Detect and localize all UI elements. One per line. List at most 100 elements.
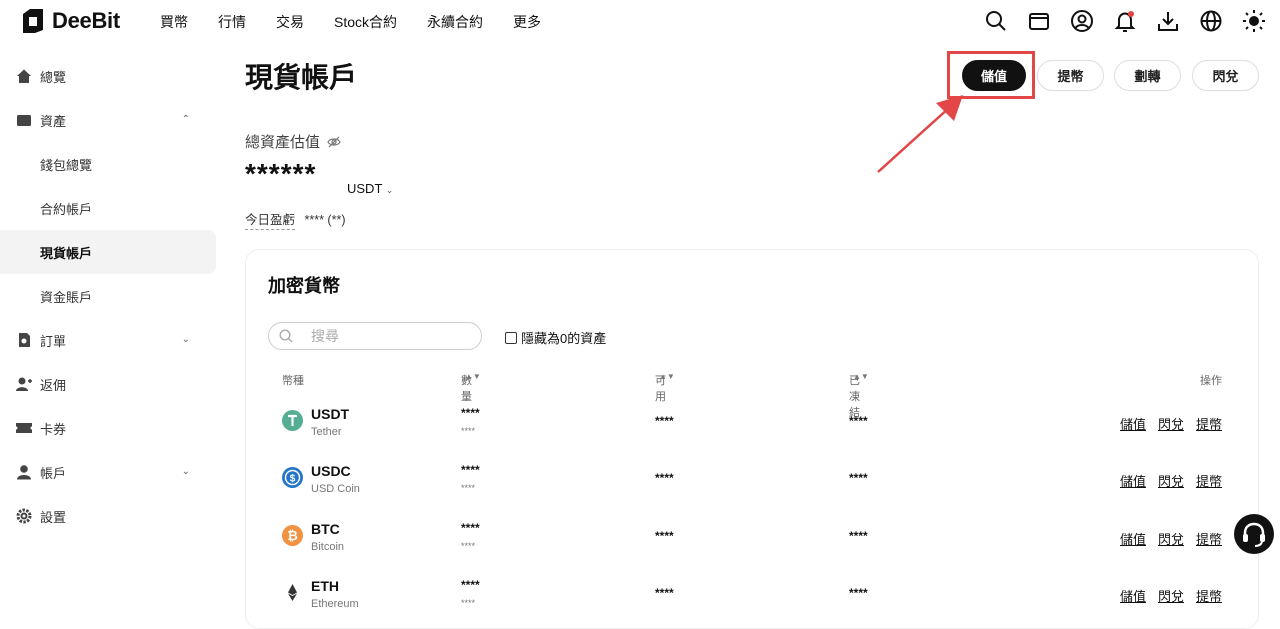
total-asset-value: ****** xyxy=(245,158,317,189)
usdt-icon xyxy=(282,410,303,431)
sidebar-item-label: 卡券 xyxy=(40,421,67,437)
search-input[interactable] xyxy=(311,328,461,344)
row-deposit-link[interactable]: 儲值 xyxy=(1120,417,1146,432)
svg-text:₿: ₿ xyxy=(287,528,298,543)
search-icon xyxy=(279,329,293,343)
deebit-logo-icon xyxy=(23,9,43,33)
page-title: 現貨帳戶 xyxy=(245,62,358,93)
sidebar-item-label: 返佣 xyxy=(40,377,67,393)
eye-off-icon[interactable] xyxy=(327,135,341,149)
checkbox[interactable] xyxy=(505,331,517,344)
sidebar-item-overview[interactable]: 總覽 xyxy=(0,54,216,98)
download-icon[interactable] xyxy=(1156,9,1180,33)
nav-stock-contract[interactable]: Stock合約 xyxy=(334,12,397,32)
search-icon[interactable] xyxy=(984,9,1008,33)
amount-sub-value: **** xyxy=(461,541,476,551)
row-withdraw-link[interactable]: 提幣 xyxy=(1196,417,1222,432)
coin-symbol: USDT xyxy=(311,406,350,422)
available-value: **** xyxy=(655,414,674,428)
coin-name: Bitcoin xyxy=(311,541,345,553)
sidebar-item-funding-account[interactable]: 資金賬戶 xyxy=(0,274,216,318)
row-convert-link[interactable]: 閃兌 xyxy=(1158,474,1184,489)
table-row: ETH Ethereum **** **** **** **** 儲值 閃兌 提幣 xyxy=(246,572,1258,629)
coin-symbol: ETH xyxy=(311,578,339,594)
nav-markets[interactable]: 行情 xyxy=(218,12,246,32)
sidebar-item-wallet-overview[interactable]: 錢包總覽 xyxy=(0,142,216,186)
headset-icon xyxy=(1243,522,1265,547)
frozen-value: **** xyxy=(849,471,868,485)
row-withdraw-link[interactable]: 提幣 xyxy=(1196,589,1222,604)
theme-sun-icon[interactable] xyxy=(1242,9,1266,33)
row-actions: 儲值 閃兌 提幣 xyxy=(1108,471,1222,490)
withdraw-button[interactable]: 提幣 xyxy=(1037,60,1104,91)
hide-zero-label: 隱藏為0的資產 xyxy=(521,331,607,346)
usdc-icon: $ xyxy=(282,467,303,488)
row-deposit-link[interactable]: 儲值 xyxy=(1120,474,1146,489)
sidebar-item-assets[interactable]: 資產 ⌃ xyxy=(0,98,216,142)
table-row: $ USDC USD Coin **** **** **** **** 儲值 閃兌… xyxy=(246,457,1258,514)
hide-zero-checkbox[interactable]: 隱藏為0的資產 xyxy=(505,328,606,347)
brand-name: DeeBit xyxy=(52,8,120,33)
chevron-down-icon: ⌄ xyxy=(385,185,394,195)
bell-icon[interactable] xyxy=(1113,9,1137,33)
row-deposit-link[interactable]: 儲值 xyxy=(1120,589,1146,604)
nav-trade[interactable]: 交易 xyxy=(276,12,304,32)
nav-perpetual[interactable]: 永續合約 xyxy=(427,12,483,32)
sidebar-item-orders[interactable]: 訂單 ⌄ xyxy=(0,318,216,362)
coin-name: Tether xyxy=(311,426,342,438)
row-convert-link[interactable]: 閃兌 xyxy=(1158,417,1184,432)
frozen-value: **** xyxy=(849,586,868,600)
today-pnl: 今日盈虧 **** (**) xyxy=(245,209,346,230)
globe-icon[interactable] xyxy=(1199,9,1223,33)
table-row: USDT Tether **** **** **** **** 儲值 閃兌 提幣 xyxy=(246,400,1258,457)
sidebar-item-contract-account[interactable]: 合約帳戶 xyxy=(0,186,216,230)
coin-symbol: USDC xyxy=(311,463,351,479)
sidebar-item-label: 資產 xyxy=(40,113,67,129)
wallet-icon xyxy=(17,115,31,126)
row-actions: 儲值 閃兌 提幣 xyxy=(1108,586,1222,605)
coin-symbol: BTC xyxy=(311,521,340,537)
transfer-button[interactable]: 劃轉 xyxy=(1114,60,1181,91)
sidebar-item-referral[interactable]: 返佣 xyxy=(0,362,216,406)
btc-icon: ₿ xyxy=(282,525,303,546)
available-value: **** xyxy=(655,471,674,485)
card-title: 加密貨幣 xyxy=(268,276,340,296)
sidebar-item-label: 合約帳戶 xyxy=(40,201,93,217)
sidebar-item-label: 資金賬戶 xyxy=(40,289,93,305)
wallet-icon[interactable] xyxy=(1027,9,1051,33)
row-withdraw-link[interactable]: 提幣 xyxy=(1196,474,1222,489)
home-icon xyxy=(17,69,31,83)
nav-more[interactable]: 更多 xyxy=(513,12,541,32)
row-convert-link[interactable]: 閃兌 xyxy=(1158,532,1184,547)
chevron-up-icon: ⌃ xyxy=(181,114,190,125)
unit-selector[interactable]: USDT ⌄ xyxy=(347,181,393,196)
nav-buy-crypto[interactable]: 買幣 xyxy=(160,12,188,32)
sidebar-item-label: 設置 xyxy=(40,509,67,525)
sidebar-item-settings[interactable]: 設置 xyxy=(0,494,216,538)
sidebar-item-label: 錢包總覽 xyxy=(40,157,93,173)
amount-value: **** xyxy=(461,406,480,420)
user-icon[interactable] xyxy=(1070,9,1094,33)
chevron-down-icon: ⌄ xyxy=(181,466,190,477)
sidebar-item-label: 總覽 xyxy=(40,69,67,85)
eth-icon xyxy=(282,582,303,603)
row-deposit-link[interactable]: 儲值 xyxy=(1120,532,1146,547)
row-convert-link[interactable]: 閃兌 xyxy=(1158,589,1184,604)
sidebar-item-account[interactable]: 帳戶 ⌄ xyxy=(0,450,216,494)
amount-value: **** xyxy=(461,578,480,592)
available-value: **** xyxy=(655,586,674,600)
amount-value: **** xyxy=(461,463,480,477)
header-coin: 幣種 xyxy=(282,375,304,387)
row-withdraw-link[interactable]: 提幣 xyxy=(1196,532,1222,547)
top-nav: DeeBit 買幣 行情 交易 Stock合約 永續合約 更多 xyxy=(0,0,1280,42)
customer-support-button[interactable] xyxy=(1234,514,1274,554)
sidebar-item-label: 帳戶 xyxy=(40,465,67,481)
annotation-arrow xyxy=(877,95,963,173)
sidebar-item-spot-account[interactable]: 現貨帳戶 xyxy=(0,230,216,274)
convert-button[interactable]: 閃兌 xyxy=(1192,60,1259,91)
search-box[interactable] xyxy=(268,322,482,350)
sidebar-item-coupons[interactable]: 卡券 xyxy=(0,406,216,450)
logo[interactable]: DeeBit xyxy=(20,8,120,34)
row-actions: 儲值 閃兌 提幣 xyxy=(1108,414,1222,433)
pnl-label[interactable]: 今日盈虧 xyxy=(245,213,296,230)
